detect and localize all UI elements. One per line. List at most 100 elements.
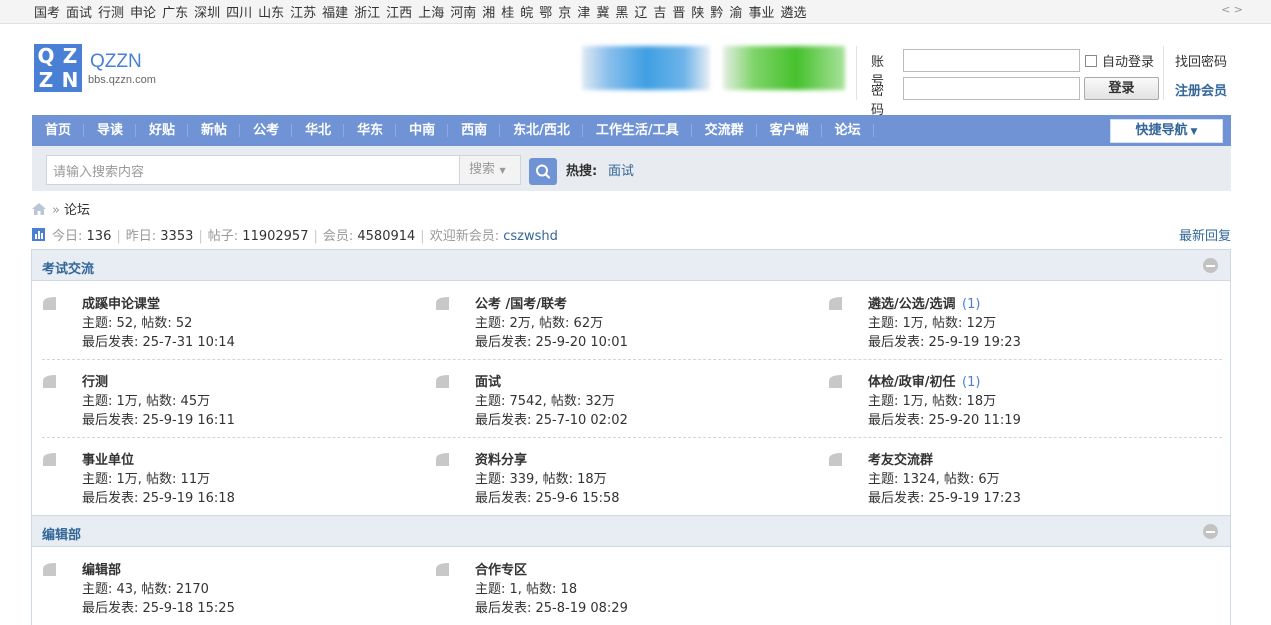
forum-name-link[interactable]: 面试 xyxy=(475,371,501,390)
forum-last-post[interactable]: 最后发表: 25-9-19 16:18 xyxy=(82,487,235,506)
nav-item[interactable]: 好贴 xyxy=(136,115,189,146)
find-password-link[interactable]: 找回密码 xyxy=(1175,51,1227,70)
nav-item[interactable]: 华北 xyxy=(292,115,345,146)
section-header-editorial: 编辑部 xyxy=(31,515,1231,547)
search-button[interactable] xyxy=(529,158,557,185)
latest-replies-link[interactable]: 最新回复 xyxy=(1179,225,1231,244)
site-name: QZZN xyxy=(90,51,142,72)
forum-status-icon xyxy=(436,453,449,466)
region-link[interactable]: 冀 xyxy=(596,6,609,21)
nav-item[interactable]: 华东 xyxy=(344,115,397,146)
search-input[interactable]: 请输入搜索内容 xyxy=(46,155,460,185)
nav-item[interactable]: 中南 xyxy=(396,115,449,146)
ad-banner-green[interactable] xyxy=(723,46,845,90)
forum-last-post[interactable]: 最后发表: 25-9-18 15:25 xyxy=(82,597,235,616)
forum-last-post[interactable]: 最后发表: 25-7-10 02:02 xyxy=(475,409,628,428)
region-link[interactable]: 面试 xyxy=(66,6,92,21)
forum-last-post[interactable]: 最后发表: 25-9-6 15:58 xyxy=(475,487,620,506)
nav-item[interactable]: 首页 xyxy=(32,115,85,146)
region-link[interactable]: 陕 xyxy=(691,6,704,21)
stats-chart-icon[interactable] xyxy=(32,228,45,241)
auto-login-option[interactable]: 自动登录 xyxy=(1085,51,1154,70)
region-link[interactable]: 辽 xyxy=(634,6,647,21)
forum-name-link[interactable]: 资料分享 xyxy=(475,449,527,468)
hot-search-link[interactable]: 面试 xyxy=(608,160,634,179)
region-link[interactable]: 事业 xyxy=(748,6,774,21)
region-link[interactable]: 四川 xyxy=(226,6,252,21)
forum-name-link[interactable]: 事业单位 xyxy=(82,449,134,468)
region-link[interactable]: 河南 xyxy=(450,6,476,21)
region-link[interactable]: 广东 xyxy=(162,6,188,21)
account-input[interactable] xyxy=(903,49,1080,72)
region-link[interactable]: 湘 xyxy=(482,6,495,21)
forum-last-post[interactable]: 最后发表: 25-7-31 10:14 xyxy=(82,331,235,350)
region-link[interactable]: 渝 xyxy=(729,6,742,21)
site-logo[interactable]: Q Z Z N xyxy=(34,44,82,92)
nav-items: 首页 导读 好贴 新帖 公考 华北 华东 中南 西南 东北/西北 工作生活/工具 交流群 客户端 论坛 xyxy=(32,115,874,146)
home-icon[interactable] xyxy=(32,203,46,215)
region-link[interactable]: 皖 xyxy=(520,6,533,21)
region-link[interactable]: 吉 xyxy=(653,6,666,21)
region-link[interactable]: 深圳 xyxy=(194,6,220,21)
nav-item[interactable]: 导读 xyxy=(84,115,137,146)
forum-last-post[interactable]: 最后发表: 25-8-19 08:29 xyxy=(475,597,628,616)
region-link[interactable]: 晋 xyxy=(672,6,685,21)
nav-item[interactable]: 西南 xyxy=(448,115,501,146)
search-type-select[interactable]: 搜索 ▼ xyxy=(459,155,521,185)
region-link[interactable]: 黑 xyxy=(615,6,628,21)
forum-item: 遴选/公选/选调 (1) 主题: 1万, 帖数: 12万 最后发表: 25-9-19… xyxy=(828,293,1188,353)
forum-name-link[interactable]: 考友交流群 xyxy=(868,449,933,468)
forum-name-link[interactable]: 成蹊申论课堂 xyxy=(82,293,160,312)
region-link[interactable]: 申论 xyxy=(130,6,156,21)
forum-name-link[interactable]: 体检/政审/初任 (1) xyxy=(868,371,980,390)
ad-banner-blue[interactable] xyxy=(582,46,710,90)
region-link[interactable]: 浙江 xyxy=(354,6,380,21)
collapse-icon[interactable] xyxy=(1203,258,1218,273)
region-link[interactable]: 国考 xyxy=(34,6,60,21)
section-title[interactable]: 编辑部 xyxy=(42,524,81,543)
region-link[interactable]: 遴选 xyxy=(780,6,806,21)
breadcrumb-current[interactable]: 论坛 xyxy=(64,203,90,218)
nav-item[interactable]: 论坛 xyxy=(822,115,874,146)
forum-last-post[interactable]: 最后发表: 25-9-19 17:23 xyxy=(868,487,1021,506)
region-link[interactable]: 桂 xyxy=(501,6,514,21)
nav-item[interactable]: 东北/西北 xyxy=(500,115,583,146)
forum-name-link[interactable]: 公考 /国考/联考 xyxy=(475,293,567,312)
scroll-arrows-icon[interactable]: < > xyxy=(1221,3,1243,16)
forum-last-post[interactable]: 最后发表: 25-9-20 10:01 xyxy=(475,331,628,350)
nav-item[interactable]: 交流群 xyxy=(692,115,757,146)
nav-item[interactable]: 新帖 xyxy=(188,115,241,146)
forum-name: 行测 xyxy=(82,375,109,390)
newest-member-link[interactable]: cszwshd xyxy=(503,229,558,244)
region-link[interactable]: 黔 xyxy=(710,6,723,21)
region-link[interactable]: 江苏 xyxy=(290,6,316,21)
region-link[interactable]: 津 xyxy=(577,6,590,21)
forum-last-post[interactable]: 最后发表: 25-9-20 11:19 xyxy=(868,409,1021,428)
auto-login-checkbox[interactable] xyxy=(1085,55,1097,67)
region-link[interactable]: 上海 xyxy=(418,6,444,21)
region-link[interactable]: 福建 xyxy=(322,6,348,21)
nav-item[interactable]: 工作生活/工具 xyxy=(583,115,692,146)
region-link[interactable]: 京 xyxy=(558,6,571,21)
section-title[interactable]: 考试交流 xyxy=(42,258,94,277)
forum-name-link[interactable]: 合作专区 xyxy=(475,559,527,578)
quick-nav-button[interactable]: 快捷导航 ▼ xyxy=(1110,119,1223,143)
region-link[interactable]: 山东 xyxy=(258,6,284,21)
nav-item[interactable]: 公考 xyxy=(240,115,293,146)
nav-item[interactable]: 客户端 xyxy=(757,115,822,146)
forum-item: 合作专区 主题: 1, 帖数: 18 最后发表: 25-8-19 08:29 xyxy=(435,559,795,619)
region-link[interactable]: 行测 xyxy=(98,6,124,21)
forum-last-post[interactable]: 最后发表: 25-9-19 16:11 xyxy=(82,409,235,428)
login-button[interactable]: 登录 xyxy=(1084,77,1159,100)
forum-last-post[interactable]: 最后发表: 25-9-19 19:23 xyxy=(868,331,1021,350)
collapse-icon[interactable] xyxy=(1203,524,1218,539)
stat-yesterday-value: 3353 xyxy=(160,229,194,244)
password-input[interactable] xyxy=(903,77,1080,100)
forum-name-link[interactable]: 行测 xyxy=(82,371,108,390)
forum-name-link[interactable]: 遴选/公选/选调 (1) xyxy=(868,293,980,312)
forum-name-link[interactable]: 编辑部 xyxy=(82,559,121,578)
stat-posts-label: 帖子: xyxy=(207,229,239,244)
region-link[interactable]: 江西 xyxy=(386,6,412,21)
region-link[interactable]: 鄂 xyxy=(539,6,552,21)
register-link[interactable]: 注册会员 xyxy=(1175,80,1227,99)
